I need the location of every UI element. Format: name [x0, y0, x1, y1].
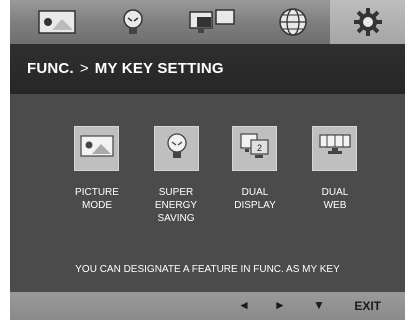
option-picture-mode[interactable] — [74, 126, 119, 171]
page-title: FUNC. > MY KEY SETTING — [27, 60, 224, 77]
tab-energy[interactable] — [98, 0, 168, 44]
option-label-dual-display: DUAL DISPLAY — [215, 186, 295, 212]
left-arrow-button[interactable]: ◄ — [238, 298, 250, 312]
tab-language[interactable] — [258, 0, 328, 44]
hint-text: YOU CAN DESIGNATE A FEATURE IN FUNC. AS … — [75, 264, 340, 275]
option-dual-display[interactable]: 2 — [232, 126, 277, 171]
option-label-line: SUPER — [158, 187, 194, 198]
option-label-line: MODE — [82, 200, 112, 211]
option-label-line: DUAL — [241, 187, 269, 198]
breadcrumb-separator: > — [79, 60, 89, 77]
osd-menu: FUNC. > MY KEY SETTING 2 PICTURE MODE SU… — [10, 0, 405, 320]
tab-dual[interactable] — [178, 0, 248, 44]
option-dual-web[interactable] — [312, 126, 357, 171]
breadcrumb-section: FUNC. — [27, 60, 74, 77]
dual-web-icon — [318, 134, 351, 163]
option-super-energy-saving[interactable] — [154, 126, 199, 171]
tab-func[interactable] — [330, 0, 405, 44]
svg-text:2: 2 — [257, 143, 262, 153]
option-label-line: DISPLAY — [234, 200, 276, 211]
picture-mode-icon — [79, 135, 114, 162]
tab-bar — [10, 0, 405, 44]
picture-icon — [38, 10, 76, 34]
option-label-dual-web: DUAL WEB — [295, 186, 375, 212]
exit-button[interactable]: EXIT — [354, 299, 381, 313]
title-bar: FUNC. > MY KEY SETTING — [10, 44, 405, 94]
tab-picture[interactable] — [22, 0, 92, 44]
super-energy-saving-icon — [165, 132, 189, 165]
bulb-icon — [120, 8, 146, 36]
dual-display-option-icon: 2 — [239, 132, 270, 165]
dual-display-icon — [189, 9, 237, 35]
option-label-super-energy-saving: SUPER ENERGY SAVING — [136, 186, 216, 225]
right-arrow-button[interactable]: ► — [274, 298, 286, 312]
bottom-bar: ◄ ► ▼ EXIT — [10, 292, 405, 320]
option-label-line: ENERGY — [154, 200, 198, 211]
down-arrow-button[interactable]: ▼ — [313, 298, 325, 312]
breadcrumb-page: MY KEY SETTING — [94, 60, 224, 77]
option-label-line: PICTURE — [75, 187, 119, 198]
globe-icon — [278, 7, 308, 37]
option-label-line: WEB — [323, 200, 347, 211]
option-label-line: DUAL — [321, 187, 349, 198]
option-label-line: SAVING — [157, 213, 195, 224]
gear-icon — [353, 7, 383, 37]
option-label-picture-mode: PICTURE MODE — [57, 186, 137, 212]
